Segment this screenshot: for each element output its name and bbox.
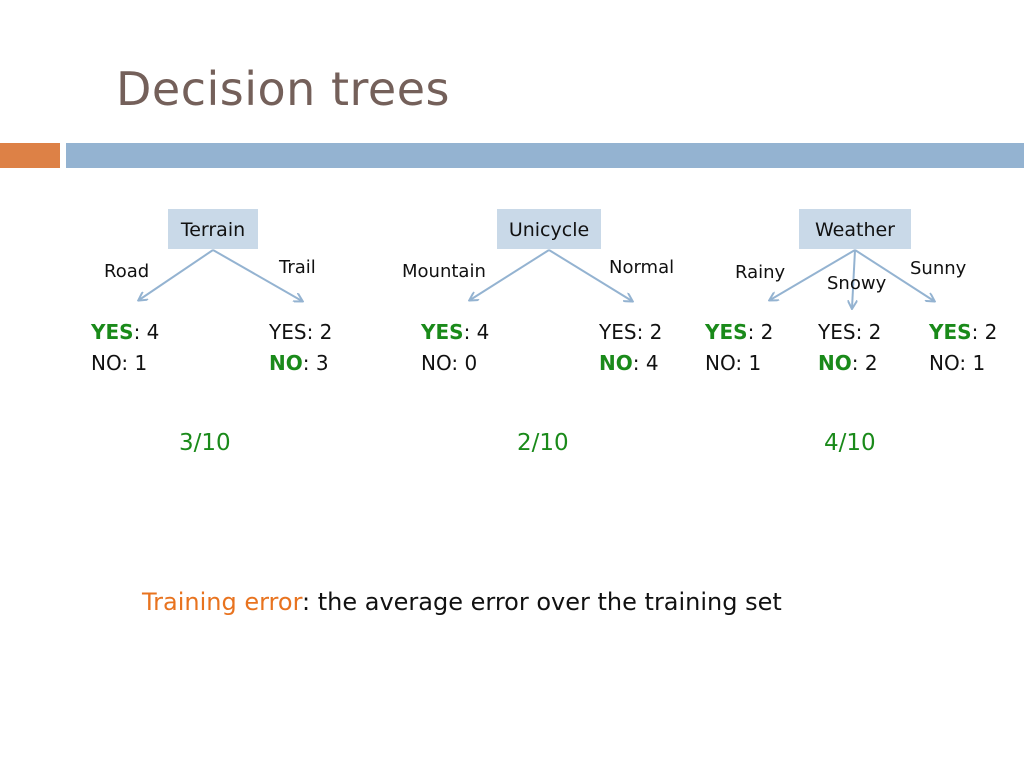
yes-label: YES bbox=[705, 320, 748, 344]
leaf-normal-counts: YES: 2 NO: 4 bbox=[599, 320, 663, 375]
node-unicycle: Unicycle bbox=[497, 209, 601, 249]
training-error-definition: Training error: the average error over t… bbox=[142, 588, 782, 616]
no-count: 3 bbox=[315, 351, 329, 375]
yes-label: YES bbox=[421, 320, 464, 344]
yes-count: 2 bbox=[649, 320, 663, 344]
yes-count: 2 bbox=[760, 320, 774, 344]
tree-edges bbox=[0, 249, 1024, 768]
definition-text: the average error over the training set bbox=[310, 588, 782, 616]
edge-terrain-road bbox=[139, 249, 214, 300]
yes-count: 4 bbox=[476, 320, 490, 344]
branch-label-road: Road bbox=[104, 261, 150, 282]
branch-label-mountain: Mountain bbox=[402, 261, 486, 282]
node-terrain: Terrain bbox=[168, 209, 258, 249]
branch-label-normal: Normal bbox=[609, 257, 675, 278]
yes-count: 2 bbox=[319, 320, 333, 344]
no-label: NO bbox=[929, 351, 960, 375]
leaf-trail-counts: YES: 2 NO: 3 bbox=[269, 320, 333, 375]
leaf-rainy-counts: YES: 2 NO: 1 bbox=[705, 320, 774, 375]
branch-label-trail: Trail bbox=[279, 257, 316, 278]
leaf-sunny-counts: YES: 2 NO: 1 bbox=[929, 320, 998, 375]
error-terrain: 3/10 bbox=[179, 430, 231, 456]
no-label: NO bbox=[599, 351, 633, 375]
error-weather: 4/10 bbox=[824, 430, 876, 456]
no-label: NO bbox=[705, 351, 736, 375]
colon: : bbox=[302, 588, 311, 616]
branch-label-rainy: Rainy bbox=[735, 262, 786, 283]
no-count: 0 bbox=[464, 351, 478, 375]
no-count: 2 bbox=[864, 351, 878, 375]
node-weather: Weather bbox=[799, 209, 911, 249]
yes-label: YES bbox=[91, 320, 134, 344]
yes-count: 4 bbox=[146, 320, 160, 344]
no-label: NO bbox=[269, 351, 303, 375]
leaf-mountain-counts: YES: 4 NO: 0 bbox=[421, 320, 490, 375]
no-count: 1 bbox=[972, 351, 986, 375]
yes-label: YES bbox=[269, 320, 307, 344]
term-training-error: Training error bbox=[142, 588, 303, 616]
error-unicycle: 2/10 bbox=[517, 430, 569, 456]
yes-label: YES bbox=[599, 320, 637, 344]
yes-count: 2 bbox=[868, 320, 882, 344]
branch-label-sunny: Sunny bbox=[910, 258, 967, 279]
no-label: NO bbox=[421, 351, 452, 375]
no-label: NO bbox=[818, 351, 852, 375]
yes-count: 2 bbox=[984, 320, 998, 344]
leaf-road-counts: YES: 4 NO: 1 bbox=[91, 320, 160, 375]
no-count: 1 bbox=[134, 351, 148, 375]
yes-label: YES bbox=[929, 320, 972, 344]
yes-label: YES bbox=[818, 320, 856, 344]
no-count: 4 bbox=[645, 351, 659, 375]
branch-label-snowy: Snowy bbox=[827, 273, 887, 294]
leaf-snowy-counts: YES: 2 NO: 2 bbox=[818, 320, 882, 375]
no-label: NO bbox=[91, 351, 122, 375]
no-count: 1 bbox=[748, 351, 762, 375]
